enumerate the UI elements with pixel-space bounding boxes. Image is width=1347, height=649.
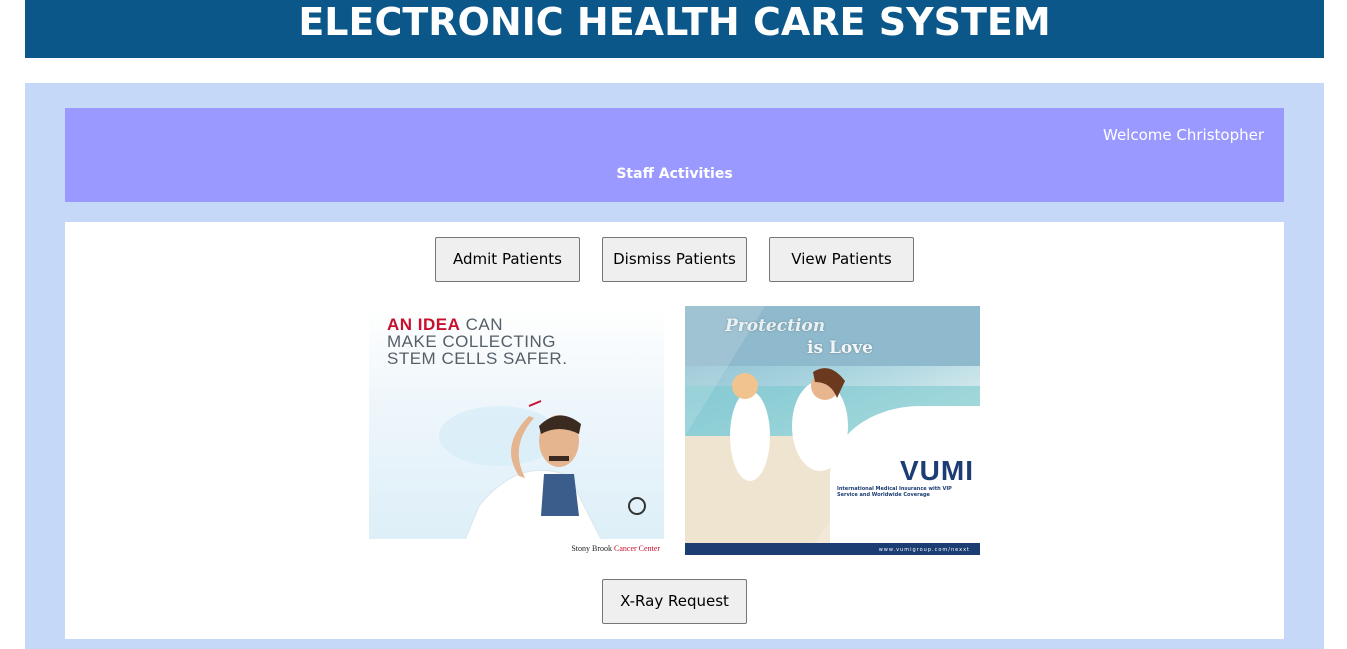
view-patients-button[interactable]: View Patients (769, 237, 914, 282)
vumi-card: VUMI International Medical Insurance wit… (830, 406, 980, 555)
dismiss-patients-button[interactable]: Dismiss Patients (602, 237, 747, 282)
staff-header: Welcome Christopher Staff Activities (65, 108, 1284, 202)
vumi-insurance-ad-image: Protection is Love VUMI International Me… (685, 306, 980, 555)
vumi-subtitle: International Medical Insurance with VIP… (837, 486, 952, 498)
content-area: Admit Patients Dismiss Patients View Pat… (65, 222, 1284, 639)
vumi-footer-bar: www.vumigroup.com/nexxt (685, 543, 980, 555)
main-panel: Welcome Christopher Staff Activities Adm… (25, 83, 1324, 649)
is-love-text: is Love (807, 338, 873, 358)
xray-request-button[interactable]: X-Ray Request (602, 579, 747, 624)
title-bar: ELECTRONIC HEALTH CARE SYSTEM (25, 0, 1324, 58)
stem-cell-ad-image: AN IDEA CAN MAKE COLLECTING STEM CELLS S… (369, 306, 664, 555)
stony-brook-logo: Stony Brook Cancer Center (571, 544, 660, 553)
admit-patients-button[interactable]: Admit Patients (435, 237, 580, 282)
section-title: Staff Activities (616, 166, 733, 182)
doctor-illustration (439, 400, 646, 555)
vumi-url: www.vumigroup.com/nexxt (878, 547, 970, 553)
protection-text: Protection (725, 316, 826, 336)
vumi-logo: VUMI (900, 455, 974, 486)
welcome-text: Welcome Christopher (1103, 126, 1264, 144)
page-title: ELECTRONIC HEALTH CARE SYSTEM (298, 0, 1051, 44)
